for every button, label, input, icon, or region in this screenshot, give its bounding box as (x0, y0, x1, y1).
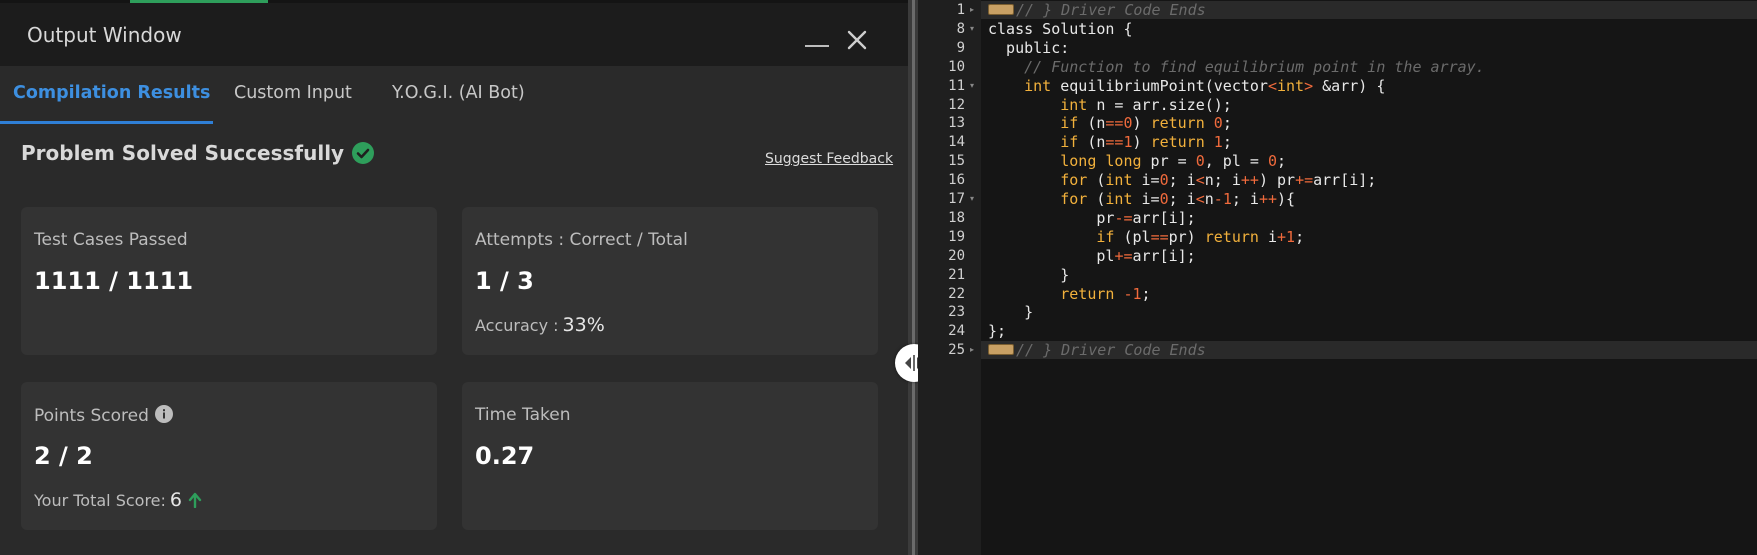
fold-arrow-icon[interactable]: ▾ (970, 194, 974, 203)
line-number: 23 (948, 304, 965, 321)
check-circle-icon (352, 142, 375, 164)
line-number: 24 (948, 323, 965, 340)
window-title: Output Window (27, 23, 182, 47)
code-line: class Solution { (988, 19, 1133, 38)
accuracy-value: 33% (562, 314, 605, 336)
line-number: 9 (956, 39, 965, 56)
minimize-icon[interactable] (805, 25, 829, 49)
line-number: 1 (956, 2, 965, 18)
code-line: if (pl==pr) return i+1; (1096, 227, 1305, 246)
expand-arrow-icon[interactable]: ▸ (970, 345, 974, 354)
code-line: return -1; (1060, 284, 1151, 303)
fold-widget-icon[interactable] (988, 344, 1014, 356)
info-icon[interactable] (154, 405, 173, 423)
fold-arrow-icon[interactable]: ▾ (970, 81, 974, 90)
line-number: 18 (948, 209, 965, 226)
code-line: } (988, 265, 1070, 284)
points-label: Points Scored (34, 406, 149, 426)
code-line: }; (988, 322, 1007, 341)
code-line: // Function to find equilibrium point in… (988, 57, 1485, 76)
test-cases-value: 1111 / 1111 (34, 267, 194, 295)
accuracy-row: Accuracy :33% (475, 314, 605, 336)
suggest-feedback-link[interactable]: Suggest Feedback (765, 151, 893, 167)
output-window-header: Output Window (0, 3, 910, 66)
code-line: // } Driver Code Ends (988, 1, 1206, 19)
line-number: 14 (948, 134, 965, 151)
total-score-row: Your Total Score: 6 (34, 489, 202, 511)
status-message: Problem Solved Successfully (21, 141, 345, 165)
arrow-up-icon (188, 492, 202, 508)
code-line: pl+=arr[i]; (988, 246, 1196, 265)
tab-yogi-ai-bot[interactable]: Y.O.G.I. (AI Bot) (392, 83, 525, 103)
code-line: pr-=arr[i]; (988, 208, 1196, 227)
points-label-row: Points Scored (34, 405, 173, 426)
code-line: int equilibriumPoint(vector<int> &arr) { (1024, 76, 1386, 95)
close-icon[interactable] (846, 29, 868, 51)
code-line: int n = arr.size(); (1060, 95, 1232, 114)
output-window: Output Window Compilation Results Custom… (0, 0, 910, 555)
line-number: 20 (948, 247, 965, 264)
line-number: 15 (948, 153, 965, 170)
line-number: 25 (948, 342, 965, 359)
code-line: // } Driver Code Ends (988, 341, 1206, 359)
code-line: if (n==0) return 0; (1060, 114, 1232, 133)
time-taken-card: Time Taken 0.27 (462, 382, 878, 530)
accuracy-label: Accuracy : (475, 316, 559, 335)
code-editor[interactable]: 1 ▸ // } Driver Code Ends 8 ▾ class Solution … (918, 0, 1757, 555)
line-number: 22 (948, 285, 965, 302)
attempts-card: Attempts : Correct / Total 1 / 3 Accurac… (462, 207, 878, 355)
test-cases-card: Test Cases Passed 1111 / 1111 (21, 207, 437, 355)
code-line: } (988, 303, 1034, 322)
code-line: for (int i=0; i<n-1; i++){ (1060, 190, 1296, 208)
code-line: if (n==1) return 1; (1060, 133, 1232, 152)
line-number: 10 (948, 58, 965, 75)
code-line: long long pr = 0, pl = 0; (1060, 152, 1287, 171)
line-number: 13 (948, 115, 965, 132)
points-value: 2 / 2 (34, 442, 93, 470)
time-taken-label: Time Taken (475, 405, 571, 425)
fold-arrow-icon[interactable]: ▾ (970, 24, 974, 33)
attempts-value: 1 / 3 (475, 267, 534, 295)
code-line: public: (988, 38, 1070, 57)
expand-arrow-icon[interactable]: ▸ (970, 5, 974, 14)
line-number: 21 (948, 266, 965, 283)
status-row: Problem Solved Successfully (21, 141, 375, 165)
code-line: for (int i=0; i<n; i++) pr+=arr[i]; (1060, 171, 1377, 190)
line-number: 11 (948, 77, 965, 94)
total-score-value: 6 (169, 489, 182, 511)
test-cases-label: Test Cases Passed (34, 230, 188, 250)
time-taken-value: 0.27 (475, 442, 535, 470)
line-number: 12 (948, 96, 965, 113)
line-number: 19 (948, 228, 965, 245)
attempts-label: Attempts : Correct / Total (475, 230, 688, 250)
active-tab-indicator (0, 121, 213, 124)
line-number: 17 (948, 191, 965, 207)
divider-line (912, 0, 915, 555)
fold-widget-icon[interactable] (988, 4, 1014, 15)
tab-custom-input[interactable]: Custom Input (234, 83, 352, 103)
result-tabs: Compilation Results Custom Input Y.O.G.I… (0, 66, 910, 124)
line-number: 8 (956, 20, 965, 37)
total-score-label: Your Total Score: (34, 491, 166, 510)
tab-compilation-results[interactable]: Compilation Results (13, 83, 210, 103)
line-number: 16 (948, 172, 965, 189)
points-card: Points Scored 2 / 2 Your Total Score: 6 (21, 382, 437, 530)
